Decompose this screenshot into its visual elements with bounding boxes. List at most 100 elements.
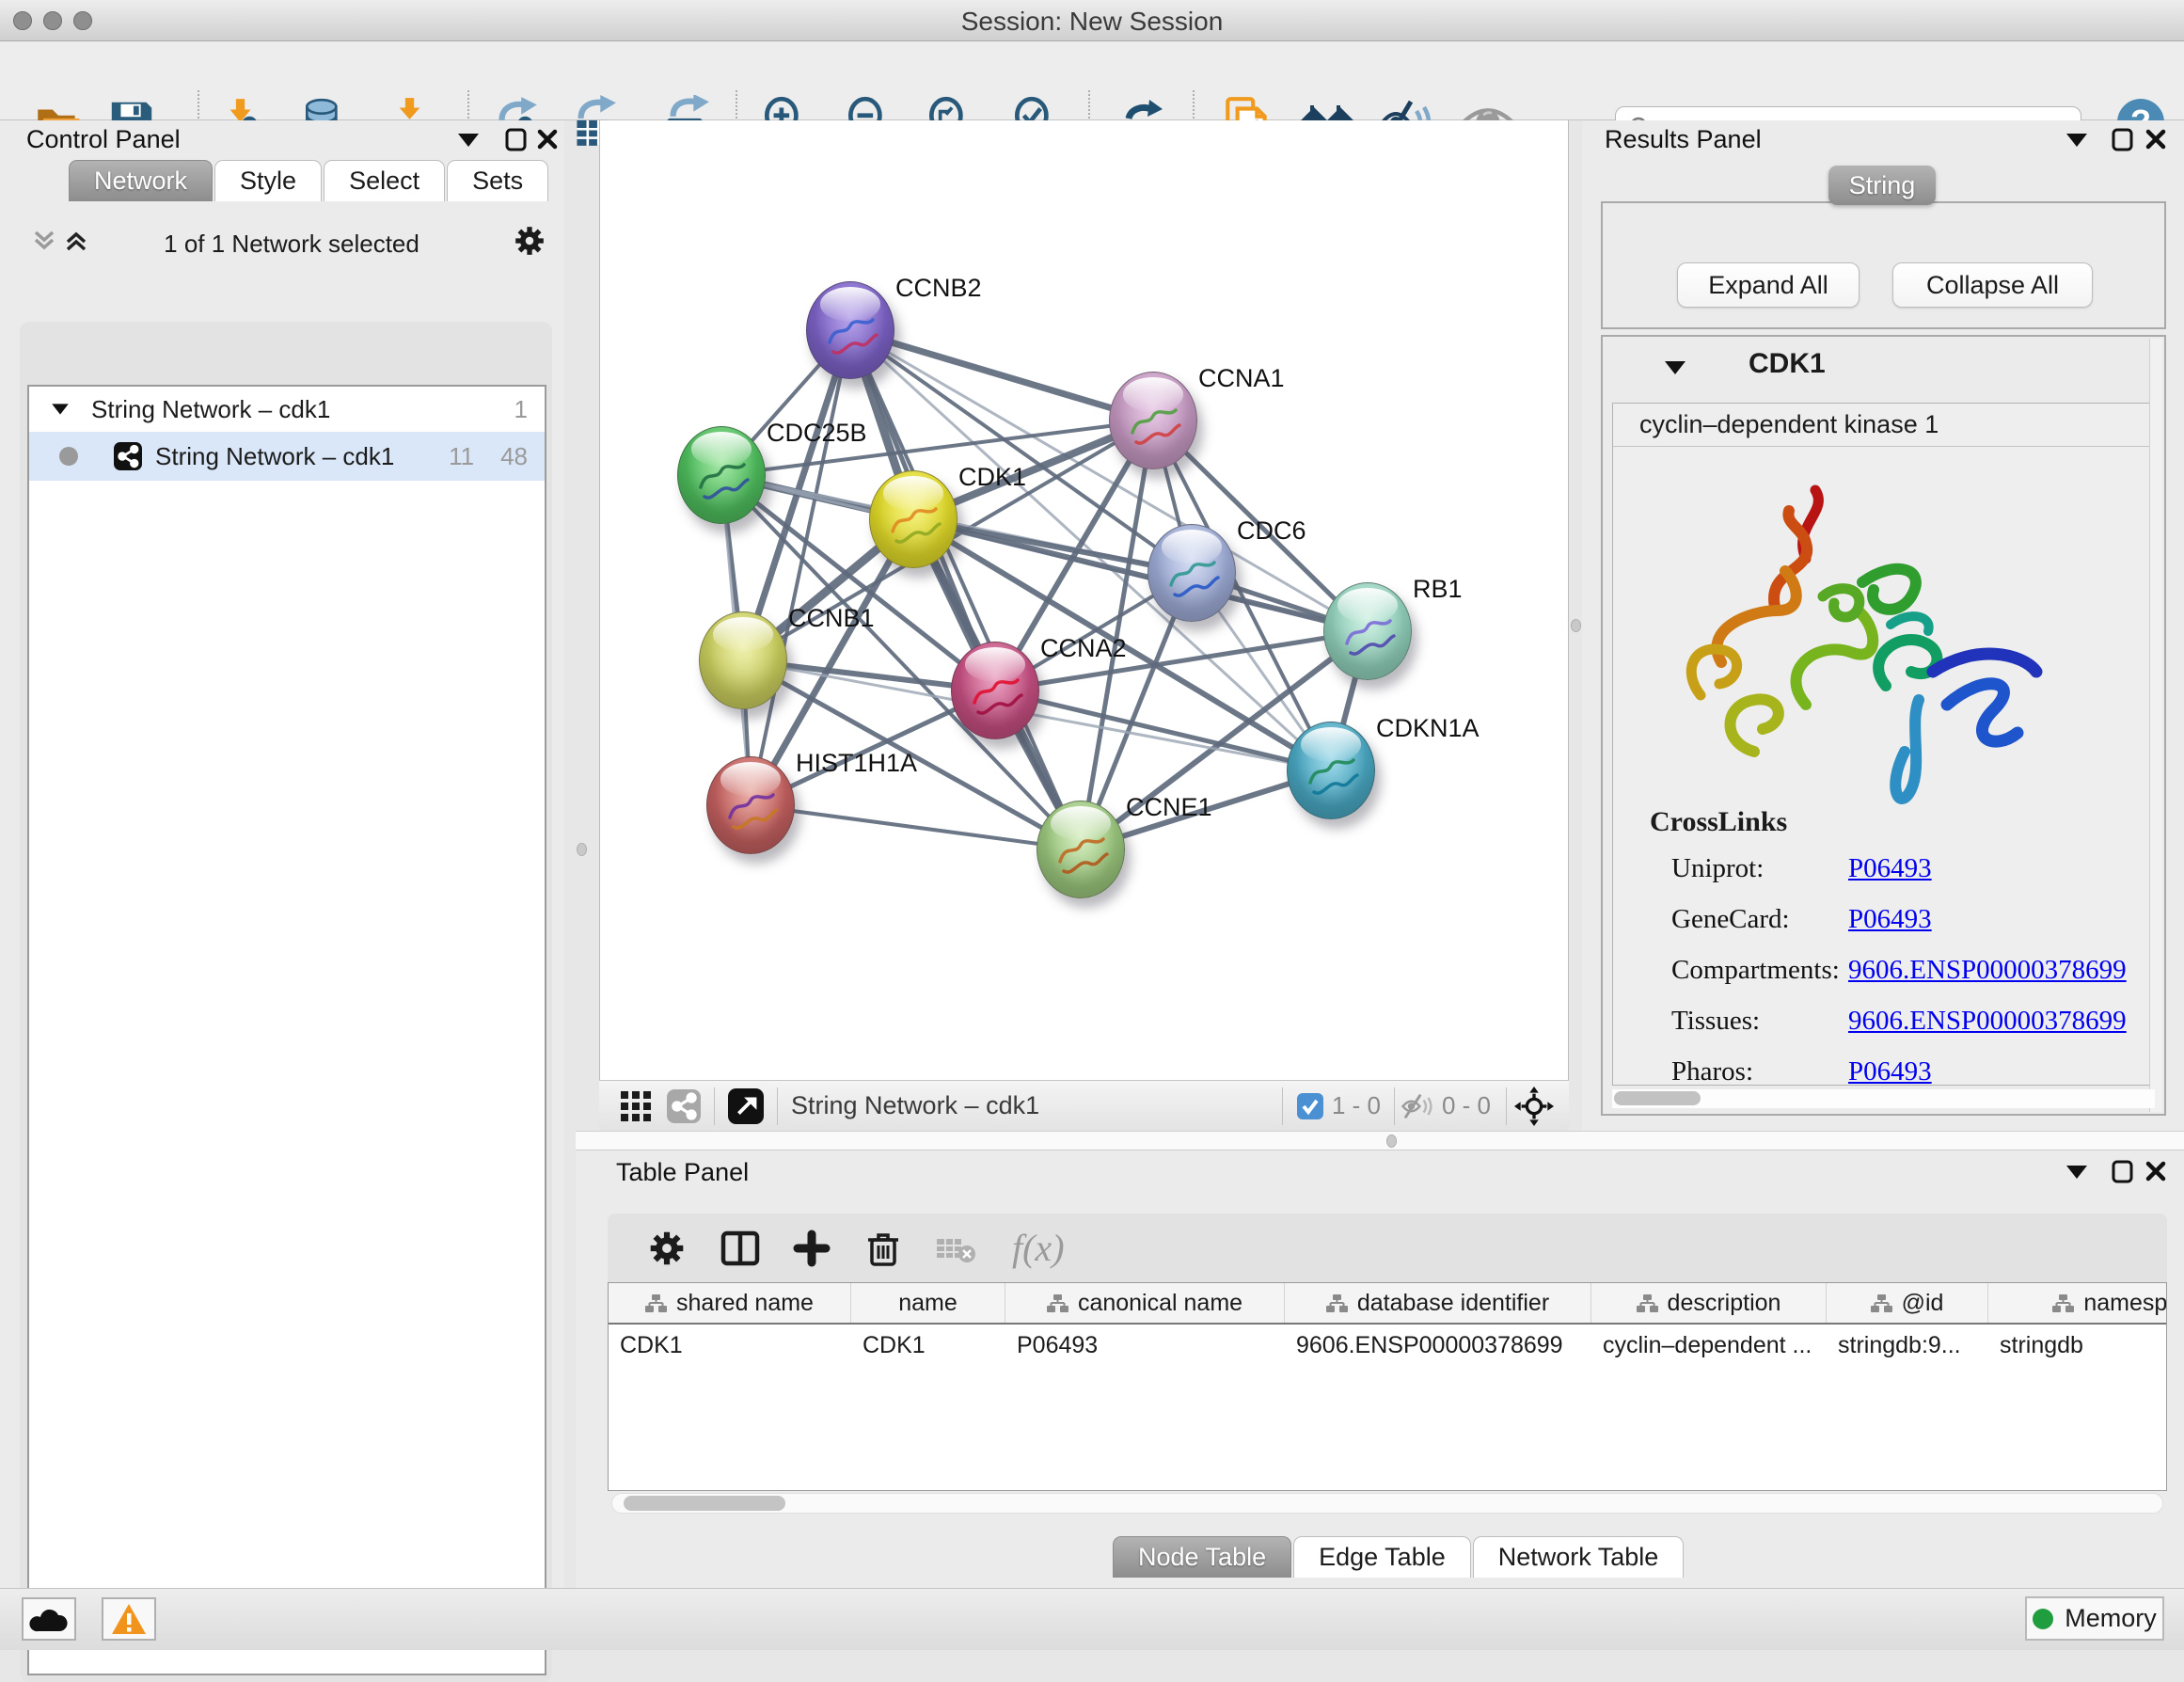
column-header-name[interactable]: name xyxy=(851,1283,1005,1323)
memory-button[interactable]: Memory xyxy=(2025,1596,2164,1641)
grid-view-icon[interactable] xyxy=(620,1090,652,1122)
table-panel: Table Panel f(x) shared namenamecanonica… xyxy=(576,1150,2184,1588)
node-ccne1[interactable] xyxy=(1037,801,1125,898)
results-panel-title: Results Panel xyxy=(1605,125,1762,154)
network-canvas[interactable]: CCNB2CCNA1CDC25BCDK1CDC6RB1CCNB1CCNA2CDK… xyxy=(599,120,1569,1080)
table-cell[interactable]: CDK1 xyxy=(609,1332,851,1359)
control-panel-title: Control Panel xyxy=(26,125,181,154)
node-cdk1[interactable] xyxy=(869,470,957,568)
table-cell[interactable]: CDK1 xyxy=(851,1332,1005,1359)
warning-status-button[interactable] xyxy=(102,1597,156,1641)
table-cell[interactable]: stringdb:9... xyxy=(1827,1332,1988,1359)
node-ccnb2[interactable] xyxy=(806,281,894,379)
right-splitter-handle[interactable] xyxy=(1571,619,1581,632)
results-horizontal-scrollbar[interactable] xyxy=(1612,1089,2155,1108)
show-columns-icon[interactable] xyxy=(720,1229,760,1268)
node-cdkn1a[interactable] xyxy=(1287,722,1375,819)
table-row[interactable]: CDK1CDK1P064939606.ENSP00000378699cyclin… xyxy=(609,1325,2166,1366)
node-ccna2[interactable] xyxy=(951,642,1039,739)
network-collection-row[interactable]: String Network – cdk1 1 xyxy=(29,387,545,432)
tab-node-table[interactable]: Node Table xyxy=(1113,1536,1291,1578)
network-row[interactable]: String Network – cdk1 11 48 xyxy=(29,432,545,481)
node-ccna1[interactable] xyxy=(1109,372,1197,469)
crosslink-row: Uniprot:P06493 xyxy=(1671,853,2142,884)
crosslink-link[interactable]: P06493 xyxy=(1848,1056,1932,1087)
selected-checkbox-icon[interactable] xyxy=(1296,1092,1324,1120)
node-ccnb1[interactable] xyxy=(699,611,787,709)
protein-thumbnail xyxy=(678,427,767,525)
table-horizontal-scrollbar[interactable] xyxy=(611,1493,2163,1514)
table-panel-float-icon[interactable] xyxy=(2111,1158,2135,1184)
network-view-icon[interactable] xyxy=(667,1089,701,1123)
delete-table-icon[interactable] xyxy=(935,1231,978,1265)
table-panel-close-icon[interactable] xyxy=(2144,1160,2167,1182)
results-panel-close-icon[interactable] xyxy=(2144,128,2167,151)
tab-string[interactable]: String xyxy=(1828,166,1936,205)
table-cell[interactable]: 9606.ENSP00000378699 xyxy=(1285,1332,1591,1359)
gene-card-caret-icon[interactable] xyxy=(1665,361,1685,374)
table-cell[interactable]: P06493 xyxy=(1005,1332,1285,1359)
results-panel-float-icon[interactable] xyxy=(2111,126,2135,152)
birdseye-view-icon[interactable] xyxy=(728,1088,764,1124)
expand-all-button[interactable]: Expand All xyxy=(1677,262,1860,308)
left-splitter-handle[interactable] xyxy=(577,843,587,856)
results-vertical-scrollbar[interactable] xyxy=(2149,339,2162,1112)
table-horizontal-scrollbar-thumb[interactable] xyxy=(624,1496,785,1511)
node-table[interactable]: shared namenamecanonical namedatabase id… xyxy=(608,1282,2167,1491)
column-header-namespace[interactable]: namespace xyxy=(1988,1283,2167,1323)
collapse-all-networks-icon[interactable] xyxy=(32,229,56,253)
crosslink-link[interactable]: P06493 xyxy=(1848,853,1932,884)
tab-network-table[interactable]: Network Table xyxy=(1473,1536,1685,1578)
network-name: String Network – cdk1 xyxy=(155,442,394,471)
delete-column-trash-icon[interactable] xyxy=(863,1229,903,1268)
column-header-shared-name[interactable]: shared name xyxy=(609,1283,851,1323)
collapse-all-button[interactable]: Collapse All xyxy=(1892,262,2093,308)
control-panel-float-icon[interactable] xyxy=(504,126,529,152)
results-panel-menu-caret-icon[interactable] xyxy=(2066,134,2087,147)
crosslink-link[interactable]: P06493 xyxy=(1848,904,1932,935)
table-cell[interactable]: cyclin–dependent ... xyxy=(1591,1332,1827,1359)
node-hist1h1a[interactable] xyxy=(706,756,795,854)
table-cell[interactable]: stringdb xyxy=(1988,1332,2167,1359)
pan-target-icon[interactable] xyxy=(1514,1087,1554,1126)
column-header-description[interactable]: description xyxy=(1591,1283,1827,1323)
results-horizontal-scrollbar-thumb[interactable] xyxy=(1614,1091,1701,1105)
crosslink-link[interactable]: 9606.ENSP00000378699 xyxy=(1848,1006,2127,1037)
node-rb1[interactable] xyxy=(1323,582,1412,680)
status-bar: Memory xyxy=(0,1588,2184,1650)
crosslink-link[interactable]: 9606.ENSP00000378699 xyxy=(1848,955,2127,986)
collection-caret-icon[interactable] xyxy=(52,404,69,414)
add-column-icon[interactable] xyxy=(792,1229,831,1268)
crosslink-row: Compartments:9606.ENSP00000378699 xyxy=(1671,955,2142,986)
protein-thumbnail xyxy=(1148,525,1237,623)
tab-network[interactable]: Network xyxy=(69,160,213,201)
expand-all-networks-icon[interactable] xyxy=(64,229,88,253)
table-options-gear-icon[interactable] xyxy=(647,1229,687,1268)
tab-sets[interactable]: Sets xyxy=(447,160,548,201)
tab-select[interactable]: Select xyxy=(324,160,445,201)
tab-edge-table[interactable]: Edge Table xyxy=(1293,1536,1471,1578)
control-panel-close-icon[interactable] xyxy=(536,128,559,151)
horizontal-splitter-handle[interactable] xyxy=(1386,1135,1397,1148)
column-header-id[interactable]: @id xyxy=(1827,1283,1988,1323)
control-panel-menu-caret-icon[interactable] xyxy=(458,134,479,147)
cloud-status-button[interactable] xyxy=(22,1597,76,1641)
node-cdc25b[interactable] xyxy=(677,426,766,524)
edge[interactable] xyxy=(995,690,1331,770)
table-panel-menu-caret-icon[interactable] xyxy=(2066,1166,2087,1179)
edge[interactable] xyxy=(751,805,1081,849)
edge[interactable] xyxy=(751,330,850,805)
column-header-label: @id xyxy=(1902,1290,1944,1317)
hidden-eye-slash-icon[interactable] xyxy=(1401,1092,1434,1120)
node-cdc6[interactable] xyxy=(1147,524,1236,622)
network-options-gear-icon[interactable] xyxy=(513,224,546,258)
node-label-cdkn1a: CDKN1A xyxy=(1376,714,1480,743)
tab-style[interactable]: Style xyxy=(214,160,322,201)
function-builder-button[interactable]: f(x) xyxy=(1012,1226,1065,1270)
edge[interactable] xyxy=(850,330,1153,420)
node-label-ccnb1: CCNB1 xyxy=(788,604,875,633)
column-header-canonical-name[interactable]: canonical name xyxy=(1005,1283,1285,1323)
crosslink-row: Pharos:P06493 xyxy=(1671,1056,2142,1087)
column-header-database-identifier[interactable]: database identifier xyxy=(1285,1283,1591,1323)
horizontal-splitter[interactable] xyxy=(576,1131,2184,1150)
